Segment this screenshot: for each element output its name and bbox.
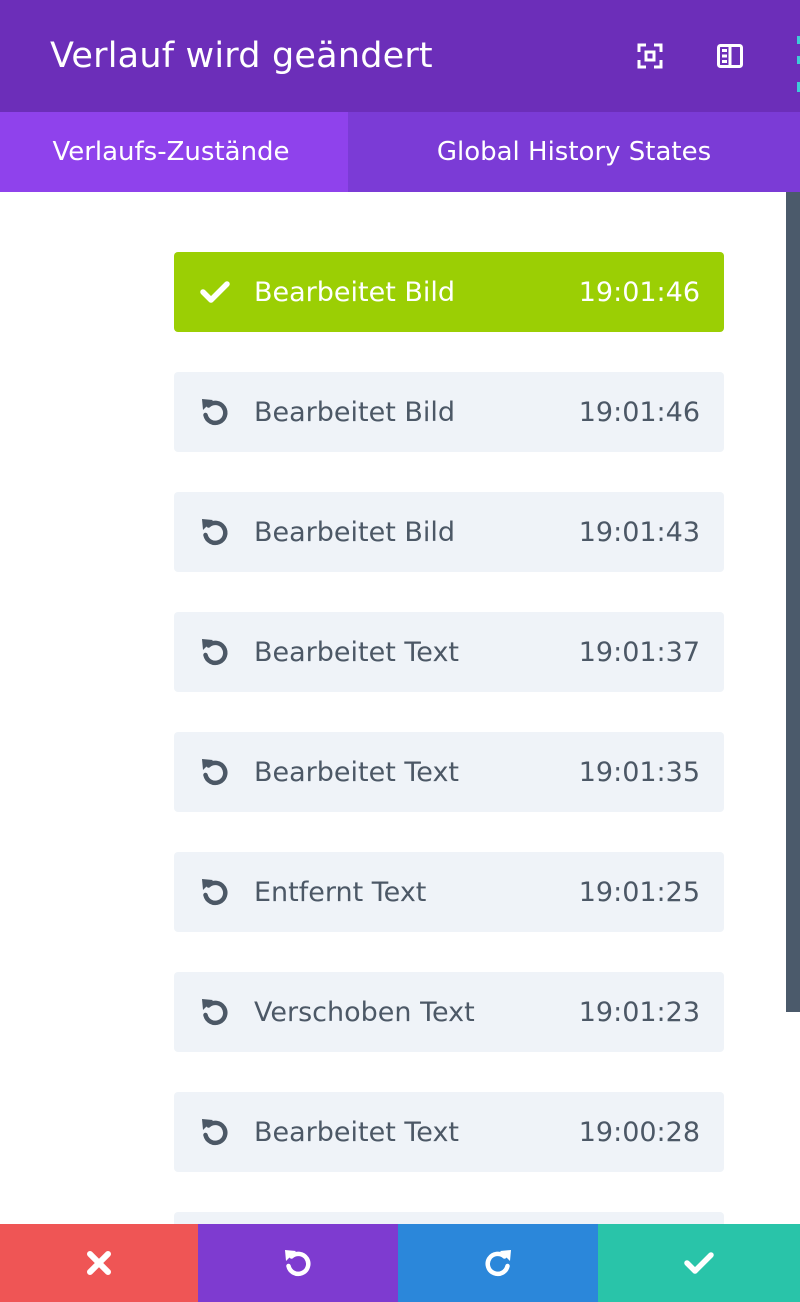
- history-item-time: 19:01:46: [578, 276, 700, 308]
- tab-bar: Verlaufs-Zustände Global History States: [0, 112, 800, 192]
- fullscreen-button[interactable]: [632, 38, 668, 74]
- history-item-time: 19:01:37: [578, 636, 700, 668]
- modal-footer: [0, 1224, 800, 1302]
- tab-label: Global History States: [436, 137, 712, 167]
- save-button[interactable]: [598, 1224, 800, 1302]
- undo-icon: [198, 515, 232, 549]
- history-item-label: Bearbeitet Text: [254, 1116, 460, 1148]
- history-item-partial[interactable]: [174, 1212, 724, 1224]
- history-item-time: 19:00:28: [578, 1116, 700, 1148]
- history-item-time: 19:01:35: [578, 756, 700, 788]
- sidebar-toggle-button[interactable]: [712, 38, 748, 74]
- history-item[interactable]: Bearbeitet Text 19:01:37: [174, 612, 724, 692]
- undo-icon: [198, 1115, 232, 1149]
- history-item[interactable]: Bearbeitet Text 19:00:28: [174, 1092, 724, 1172]
- undo-button[interactable]: [198, 1224, 398, 1302]
- redo-icon: [485, 1250, 511, 1277]
- tab-history-states[interactable]: Verlaufs-Zustände: [0, 112, 348, 192]
- undo-icon: [285, 1250, 311, 1277]
- history-item-label: Bearbeitet Bild: [254, 516, 456, 548]
- page-title: Verlauf wird geändert: [50, 36, 433, 76]
- undo-icon: [198, 395, 232, 429]
- history-item-time: 19:01:43: [578, 516, 700, 548]
- undo-icon: [198, 755, 232, 789]
- redo-button[interactable]: [398, 1224, 598, 1302]
- history-item[interactable]: Bearbeitet Bild 19:01:46: [174, 252, 724, 332]
- history-item[interactable]: Bearbeitet Bild 19:01:43: [174, 492, 724, 572]
- scrollbar-thumb[interactable]: [786, 192, 800, 1012]
- undo-icon: [198, 875, 232, 909]
- checkmark-icon: [198, 275, 232, 309]
- history-item-time: 19:01:46: [578, 396, 700, 428]
- tab-label: Verlaufs-Zustände: [52, 137, 290, 167]
- undo-icon: [198, 635, 232, 669]
- history-item-label: Bearbeitet Bild: [254, 276, 456, 308]
- history-item-label: Entfernt Text: [254, 876, 427, 908]
- history-item-label: Bearbeitet Text: [254, 756, 460, 788]
- history-item-time: 19:01:23: [578, 996, 700, 1028]
- undo-icon: [198, 995, 232, 1029]
- fullscreen-icon: [637, 43, 663, 69]
- history-item[interactable]: Verschoben Text 19:01:23: [174, 972, 724, 1052]
- discard-button[interactable]: [0, 1224, 198, 1302]
- history-item-label: Bearbeitet Text: [254, 636, 460, 668]
- history-item[interactable]: Bearbeitet Bild 19:01:46: [174, 372, 724, 452]
- history-panel: Bearbeitet Bild 19:01:46 Bearbeitet Bild…: [0, 192, 786, 1224]
- history-item-time: 19:01:25: [578, 876, 700, 908]
- history-item-label: Bearbeitet Bild: [254, 396, 456, 428]
- sidebar-toggle-icon: [717, 44, 743, 68]
- history-list: Bearbeitet Bild 19:01:46 Bearbeitet Bild…: [174, 252, 724, 1224]
- close-icon: [87, 1251, 111, 1275]
- modal-header: Verlauf wird geändert: [0, 0, 800, 112]
- history-item-label: Verschoben Text: [254, 996, 475, 1028]
- history-item[interactable]: Entfernt Text 19:01:25: [174, 852, 724, 932]
- history-item[interactable]: Bearbeitet Text 19:01:35: [174, 732, 724, 812]
- checkmark-icon: [684, 1252, 714, 1274]
- tab-global-history-states[interactable]: Global History States: [348, 112, 800, 192]
